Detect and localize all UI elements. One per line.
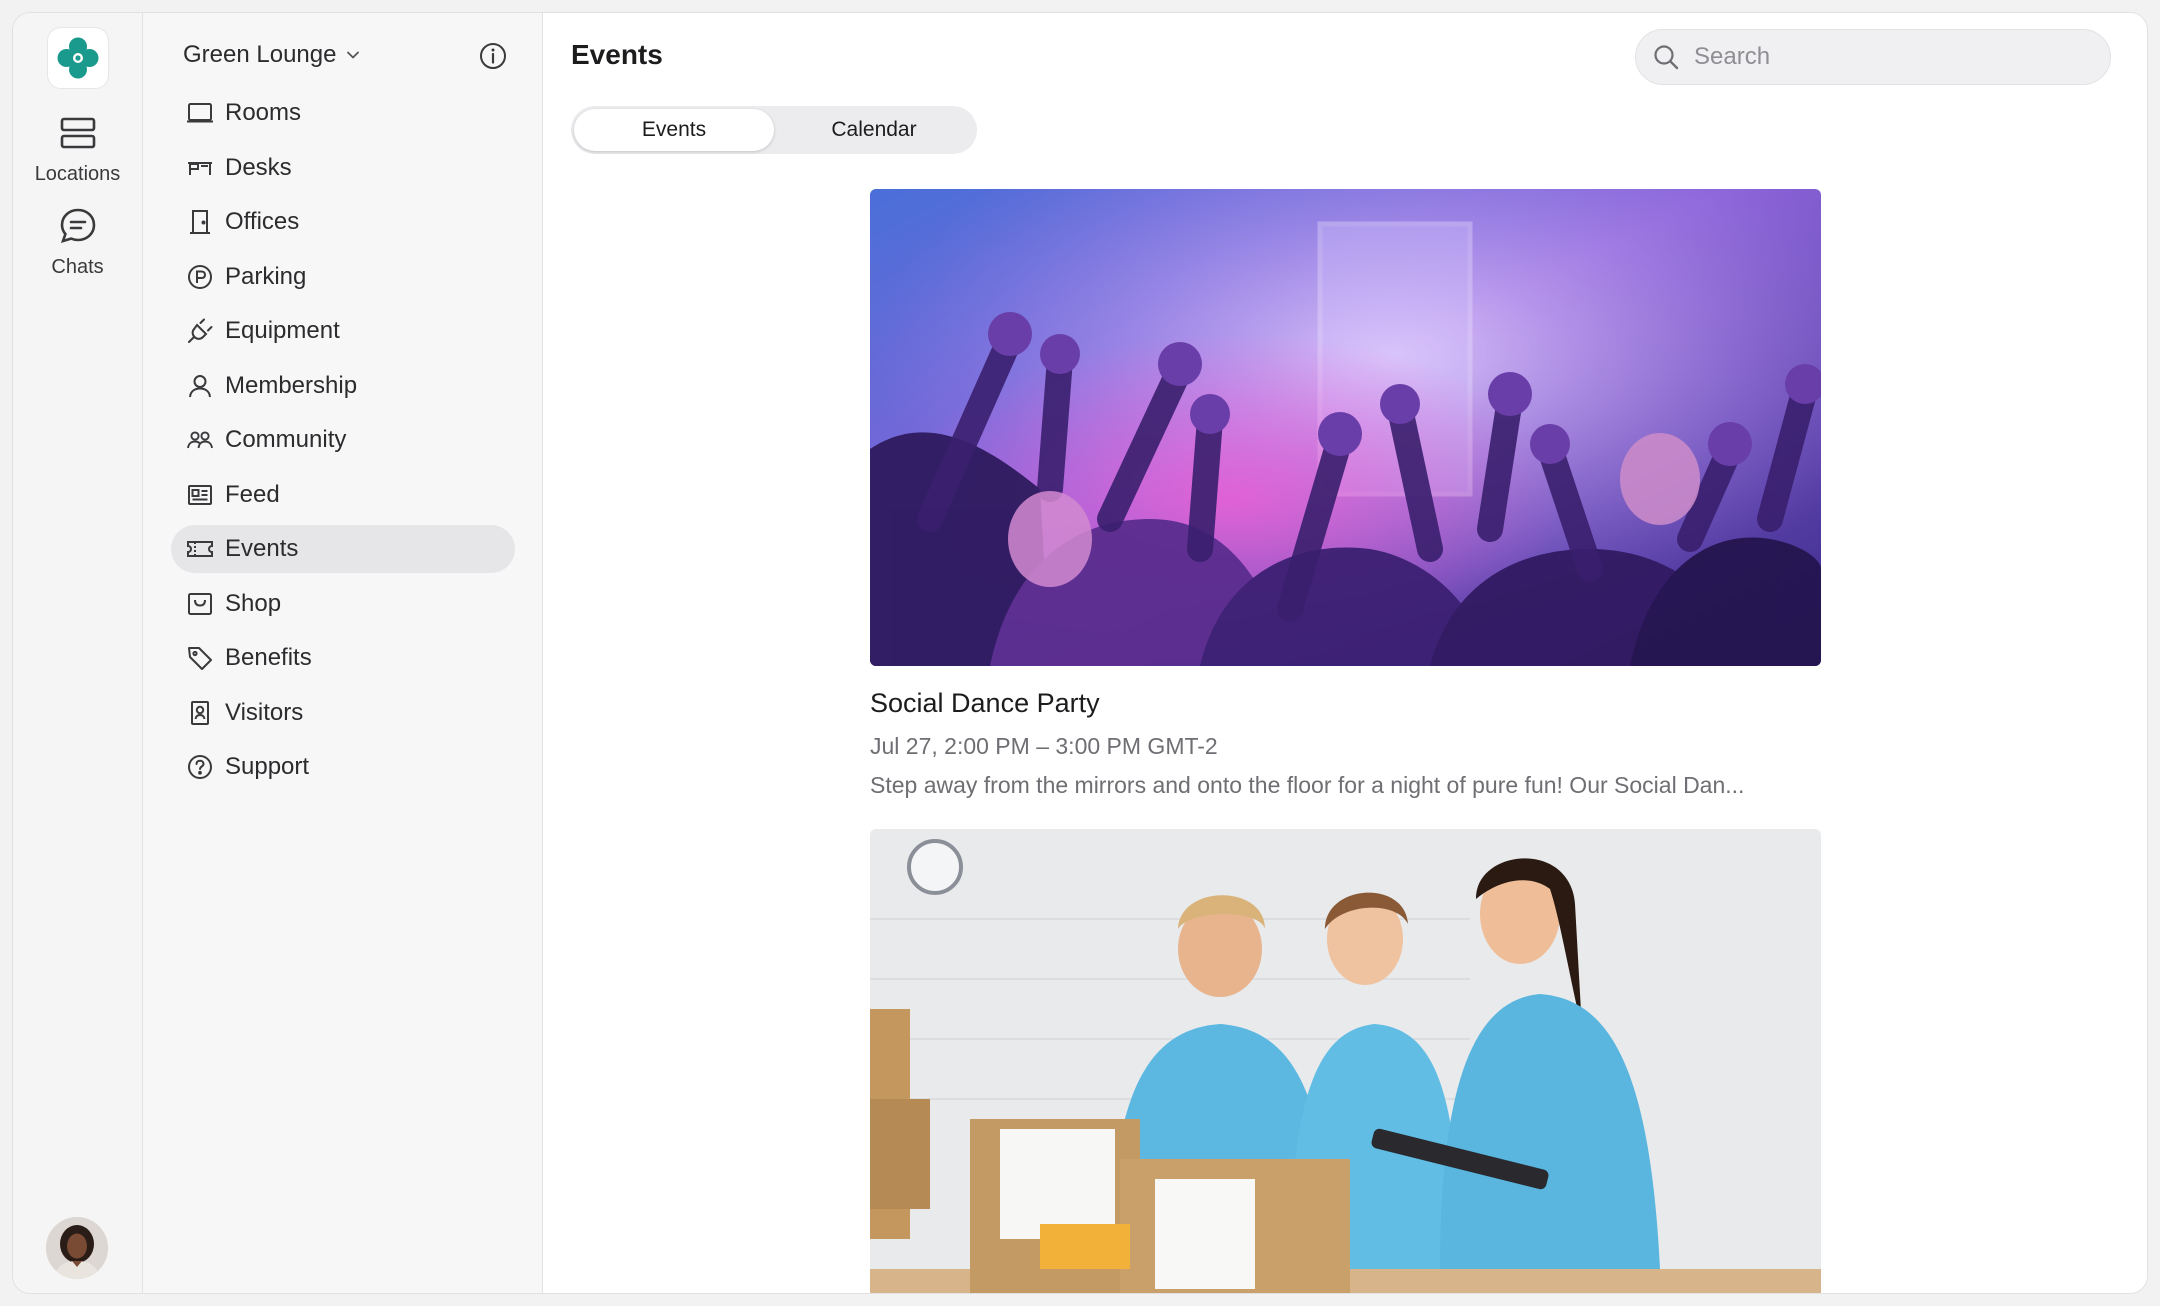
event-title: Social Dance Party	[870, 688, 1100, 718]
sidebar-item-benefits[interactable]: Benefits	[171, 634, 515, 682]
sidebar-item-label: Events	[225, 535, 299, 562]
event-image-dance-party[interactable]	[870, 189, 1821, 666]
sidebar-item-membership[interactable]: Membership	[171, 362, 515, 410]
info-button[interactable]	[478, 41, 508, 71]
avatar-image	[46, 1217, 108, 1279]
event-description: Step away from the mirrors and onto the …	[870, 772, 1745, 798]
sidebar-item-equipment[interactable]: Equipment	[171, 307, 515, 355]
sidebar-item-label: Parking	[225, 262, 307, 290]
search-bar[interactable]	[1635, 29, 2111, 85]
sidebar-item-events[interactable]: Events	[171, 525, 515, 573]
view-segmented-control: Events Calendar	[571, 106, 977, 154]
chevron-down-icon	[347, 51, 360, 59]
sidebar-item-feed[interactable]: Feed	[171, 471, 515, 519]
badge-icon	[185, 698, 215, 728]
sidebar-item-label: Equipment	[225, 317, 340, 344]
event-date: Jul 27, 2:00 PM – 3:00 PM GMT-2	[870, 733, 1218, 759]
sidebar-item-rooms[interactable]: Rooms	[171, 89, 515, 137]
user-avatar[interactable]	[46, 1217, 108, 1279]
event-image-volunteers[interactable]	[870, 829, 1821, 1294]
search-icon	[1654, 45, 1679, 70]
sidebar-item-label: Visitors	[225, 698, 304, 726]
workspace-switcher[interactable]: Green Lounge	[183, 41, 360, 69]
sidebar-item-label: Community	[225, 426, 347, 453]
workspace-name: Green Lounge	[183, 41, 337, 68]
sidebar-item-community[interactable]: Community	[171, 416, 515, 464]
sidebar-item-parking[interactable]: Parking	[171, 253, 515, 301]
event-card[interactable]	[870, 829, 1821, 1294]
tab-events[interactable]: Events	[574, 109, 774, 151]
sidebar-item-desks[interactable]: Desks	[171, 144, 515, 192]
sidebar-item-label: Rooms	[225, 99, 302, 126]
room-icon	[185, 98, 215, 128]
app-logo[interactable]	[46, 27, 109, 89]
info-icon	[480, 43, 506, 69]
chat-bubble-icon	[56, 204, 100, 248]
page-title: Events	[571, 39, 663, 70]
parking-icon	[185, 262, 215, 292]
sidebar-item-label: Support	[225, 753, 310, 780]
sidebar-item-label: Desks	[225, 153, 292, 181]
plug-icon	[185, 316, 215, 346]
door-icon	[185, 207, 215, 237]
tag-icon	[185, 643, 215, 673]
person-icon	[185, 371, 215, 401]
clover-logo-icon	[57, 37, 98, 79]
sidebar-item-label: Offices	[225, 208, 300, 235]
rail-item-chats[interactable]: Chats	[18, 204, 138, 279]
rail-item-label: Chats	[51, 256, 104, 278]
newspaper-icon	[185, 480, 215, 510]
rail-item-label: Locations	[34, 163, 121, 185]
sidebar-item-offices[interactable]: Offices	[171, 198, 515, 246]
app-window: Locations Chats Green Lounge Rooms Desks…	[12, 12, 2148, 1294]
event-card[interactable]: Social Dance Party Jul 27, 2:00 PM – 3:0…	[870, 189, 1821, 799]
sidebar-item-label: Feed	[225, 480, 280, 508]
sidebar-item-visitors[interactable]: Visitors	[171, 689, 515, 737]
shop-icon	[185, 589, 215, 619]
help-icon	[185, 752, 215, 782]
search-input[interactable]	[1694, 43, 2074, 71]
people-icon	[185, 425, 215, 455]
events-feed: Social Dance Party Jul 27, 2:00 PM – 3:0…	[870, 189, 1821, 1294]
sidebar-nav: Rooms Desks Offices Parking Equipment Me…	[171, 89, 515, 798]
rail-item-locations[interactable]: Locations	[18, 111, 138, 186]
tab-calendar[interactable]: Calendar	[774, 109, 974, 151]
sidebar-item-support[interactable]: Support	[171, 743, 515, 791]
sidebar-item-shop[interactable]: Shop	[171, 580, 515, 628]
ticket-icon	[185, 534, 215, 564]
desk-icon	[185, 153, 215, 183]
sidebar-item-label: Benefits	[225, 644, 312, 671]
sidebar-item-label: Shop	[225, 589, 282, 617]
locations-icon	[56, 111, 100, 155]
main-content: Events Events Calendar	[543, 13, 2147, 1293]
nav-sidebar: Green Lounge Rooms Desks Offices Parking…	[143, 13, 543, 1293]
icon-rail: Locations Chats	[13, 13, 143, 1293]
sidebar-item-label: Membership	[225, 371, 358, 399]
